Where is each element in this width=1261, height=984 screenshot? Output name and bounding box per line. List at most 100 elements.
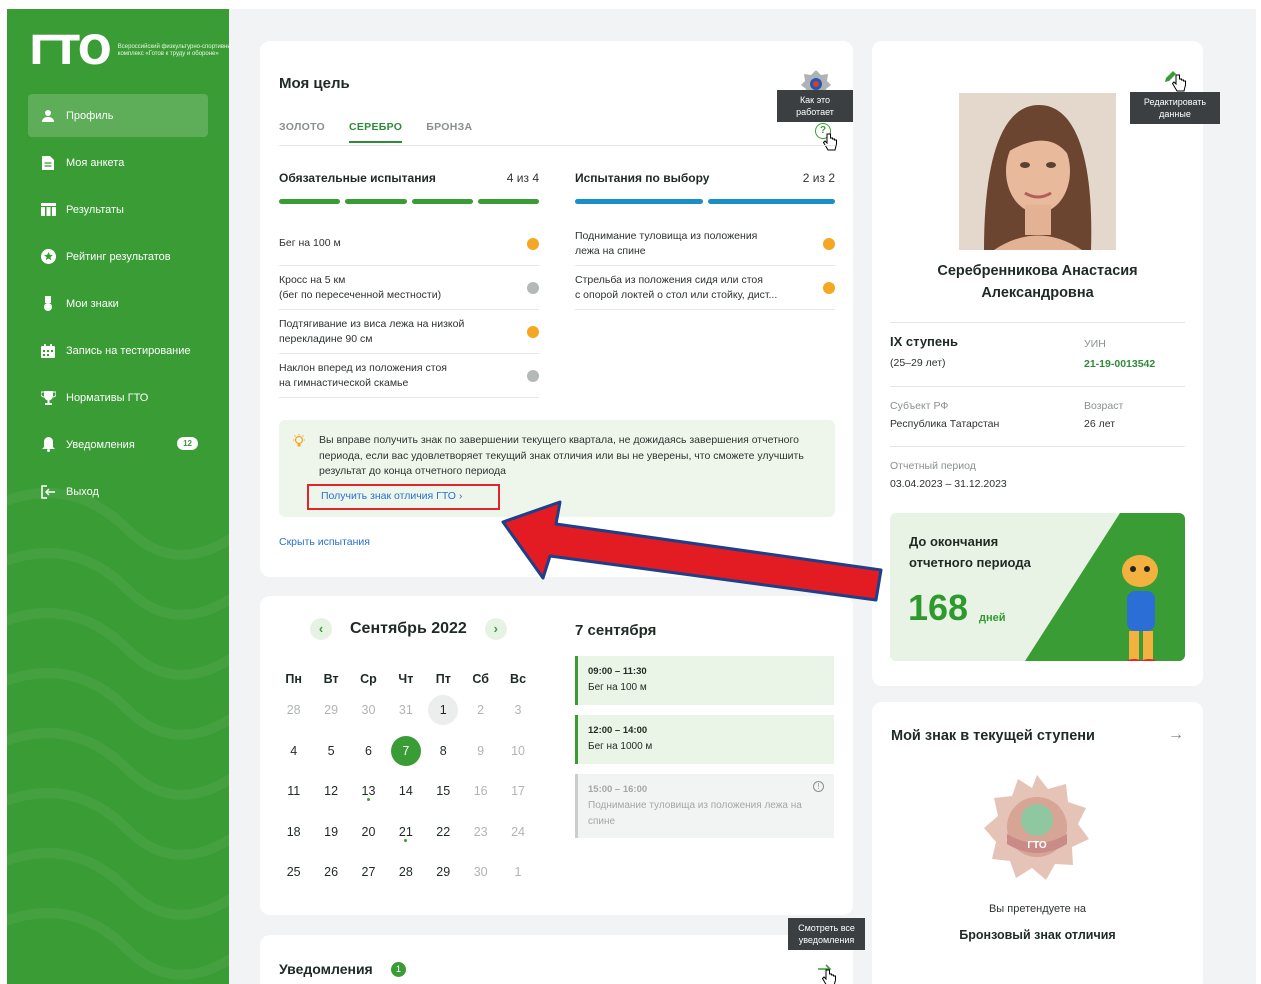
edit-tooltip: Редактировать данные	[1130, 92, 1220, 124]
calendar-day[interactable]: 16	[462, 776, 499, 806]
calendar-day[interactable]: 20	[350, 817, 387, 847]
calendar-day[interactable]: 19	[312, 817, 349, 847]
calendar-day-number: 24	[511, 824, 525, 839]
calendar-day[interactable]: 21	[387, 817, 424, 847]
medal-tabs: ЗОЛОТО СЕРЕБРО БРОНЗА	[279, 121, 472, 143]
calendar-day[interactable]: 29	[425, 857, 462, 887]
calendar-day[interactable]: 24	[499, 817, 536, 847]
calendar-day[interactable]: 14	[387, 776, 424, 806]
document-icon	[40, 155, 56, 171]
chevron-left-icon[interactable]: ‹	[310, 618, 332, 640]
calendar-day[interactable]: 26	[312, 857, 349, 887]
calendar-day[interactable]: 12	[312, 776, 349, 806]
sidebar-item-registration[interactable]: Запись на тестирование	[28, 329, 208, 372]
optional-tests-column: Испытания по выбору 2 из 2 Поднимание ту…	[575, 171, 835, 310]
calendar-day[interactable]: 29	[312, 695, 349, 725]
tab-bronze[interactable]: БРОНЗА	[426, 121, 472, 143]
test-row[interactable]: Наклон вперед из положения стоя на гимнас…	[279, 354, 539, 398]
calendar-week-row: 28 29 30 31 1 2 3	[275, 690, 537, 731]
calendar-day[interactable]: 4	[275, 736, 312, 766]
calendar-day[interactable]: 23	[462, 817, 499, 847]
calendar-day[interactable]: 5	[312, 736, 349, 766]
weekday-label: Вс	[510, 672, 527, 686]
test-row[interactable]: Подтягивание из виса лежа на низкой перек…	[279, 310, 539, 354]
sidebar-item-questionnaire[interactable]: Моя анкета	[28, 141, 208, 184]
test-name-detail: (бег по пересеченной местности)	[279, 288, 442, 301]
calendar-day-number: 25	[286, 865, 301, 880]
get-badge-link[interactable]: Получить знак отличия ГТО ›	[307, 484, 500, 510]
calendar-day[interactable]: 22	[425, 817, 462, 847]
countdown-value: 168	[908, 587, 969, 628]
weekday-label: Пт	[435, 672, 451, 686]
required-tests-count: 4 из 4	[506, 171, 539, 185]
test-row[interactable]: Поднимание туловища из положения лежа на …	[575, 222, 835, 266]
test-row[interactable]: Бег на 100 м	[279, 222, 539, 266]
sidebar-item-standards[interactable]: Нормативы ГТО	[28, 376, 208, 419]
sidebar-item-logout[interactable]: Выход	[28, 470, 208, 513]
bronze-badge-emblem: ГТО	[984, 775, 1089, 880]
calendar-day[interactable]: 18	[275, 817, 312, 847]
calendar-day[interactable]: 2	[462, 695, 499, 725]
calendar-day[interactable]: 30	[350, 695, 387, 725]
test-row[interactable]: Стрельба из положения сидя или стоя с опо…	[575, 266, 835, 310]
sidebar-item-notifications[interactable]: Уведомления 12	[28, 423, 208, 466]
calendar-day[interactable]: 1	[425, 695, 462, 726]
hide-tests-link[interactable]: Скрыть испытания	[279, 536, 370, 548]
tab-gold[interactable]: ЗОЛОТО	[279, 121, 325, 143]
status-dot	[527, 325, 539, 338]
gto-logo[interactable]: ГТО Всероссийский физкультурно-спортивны…	[29, 31, 229, 71]
info-icon[interactable]: !	[813, 781, 824, 792]
test-row[interactable]: Кросс на 5 км (бег по пересеченной местно…	[279, 266, 539, 310]
schedule-slot[interactable]: 12:00 – 14:00 Бег на 1000 м	[575, 715, 834, 764]
badge-name: Бронзовый знак отличия	[959, 928, 1116, 942]
weekday-row: Пн Вт Ср Чт Пт Сб Вс	[275, 668, 537, 690]
calendar-day[interactable]: 8	[425, 736, 462, 766]
calendar-day[interactable]: 13	[350, 776, 387, 806]
sidebar-item-badges[interactable]: Мои знаки	[28, 282, 208, 325]
calendar-day[interactable]: 3	[499, 695, 536, 725]
arrow-right-icon[interactable]: →	[1168, 726, 1184, 744]
calendar-day[interactable]: 15	[425, 776, 462, 806]
schedule-slot[interactable]: 09:00 – 11:30 Бег на 100 м	[575, 656, 834, 705]
calendar-day[interactable]: 25	[275, 857, 312, 887]
region-field: Субъект РФ Республика Татарстан	[890, 397, 999, 433]
calendar-day[interactable]: 6	[350, 736, 387, 766]
region-value: Республика Татарстан	[890, 418, 1000, 430]
tab-silver[interactable]: СЕРЕБРО	[349, 121, 403, 143]
test-name-detail: перекладине 90 см	[279, 332, 373, 345]
slot-time: 12:00 – 14:00	[588, 725, 648, 736]
progress-segment	[707, 199, 835, 204]
sidebar-item-results[interactable]: Результаты	[28, 188, 208, 231]
calendar-day-number: 29	[324, 703, 339, 718]
calendar-day-number: 21	[398, 824, 413, 839]
chevron-right-icon[interactable]: ›	[484, 618, 507, 640]
calendar-day[interactable]: 31	[387, 695, 424, 725]
status-dot	[823, 281, 835, 294]
avatar	[959, 93, 1116, 250]
sidebar-item-profile[interactable]: Профиль	[28, 94, 208, 137]
calendar-day[interactable]: 27	[350, 857, 387, 887]
calendar-day[interactable]: 10	[499, 736, 536, 766]
calendar-day[interactable]: 28	[387, 857, 424, 887]
calendar-day-number: 4	[290, 743, 298, 758]
calendar-day[interactable]: 28	[275, 695, 312, 725]
calendar-day-number: 22	[436, 824, 451, 839]
goal-card: Моя цель Как это работает ? ЗОЛОТО СЕРЕБ…	[260, 41, 853, 577]
age-range-value: (25–29 лет)	[890, 357, 946, 369]
calendar-day-number: 19	[324, 824, 339, 839]
calendar-day[interactable]: 17	[499, 776, 536, 806]
schedule-slot[interactable]: 15:00 – 16:00 Поднимание туловища из пол…	[575, 774, 834, 838]
weekday-label: Сб	[472, 672, 489, 686]
sidebar-item-rating[interactable]: Рейтинг результатов	[28, 235, 208, 278]
calendar-day[interactable]: 11	[275, 776, 312, 806]
calendar-day[interactable]: 9	[462, 736, 499, 766]
uin-field: УИН 21-19-0013542	[1084, 335, 1155, 373]
calendar-day[interactable]: 1	[499, 857, 536, 887]
sidebar: ГТО Всероссийский физкультурно-спортивны…	[7, 9, 229, 984]
calendar-day-number: 7	[390, 735, 421, 766]
calendar-day[interactable]: 7	[387, 735, 424, 766]
countdown-box: До окончания отчетного периода 168 дней	[890, 513, 1185, 661]
calendar-day[interactable]: 30	[462, 857, 499, 887]
status-dot	[527, 237, 539, 250]
user-full-name: Серебренникова Анастасия Александровна	[937, 263, 1138, 301]
